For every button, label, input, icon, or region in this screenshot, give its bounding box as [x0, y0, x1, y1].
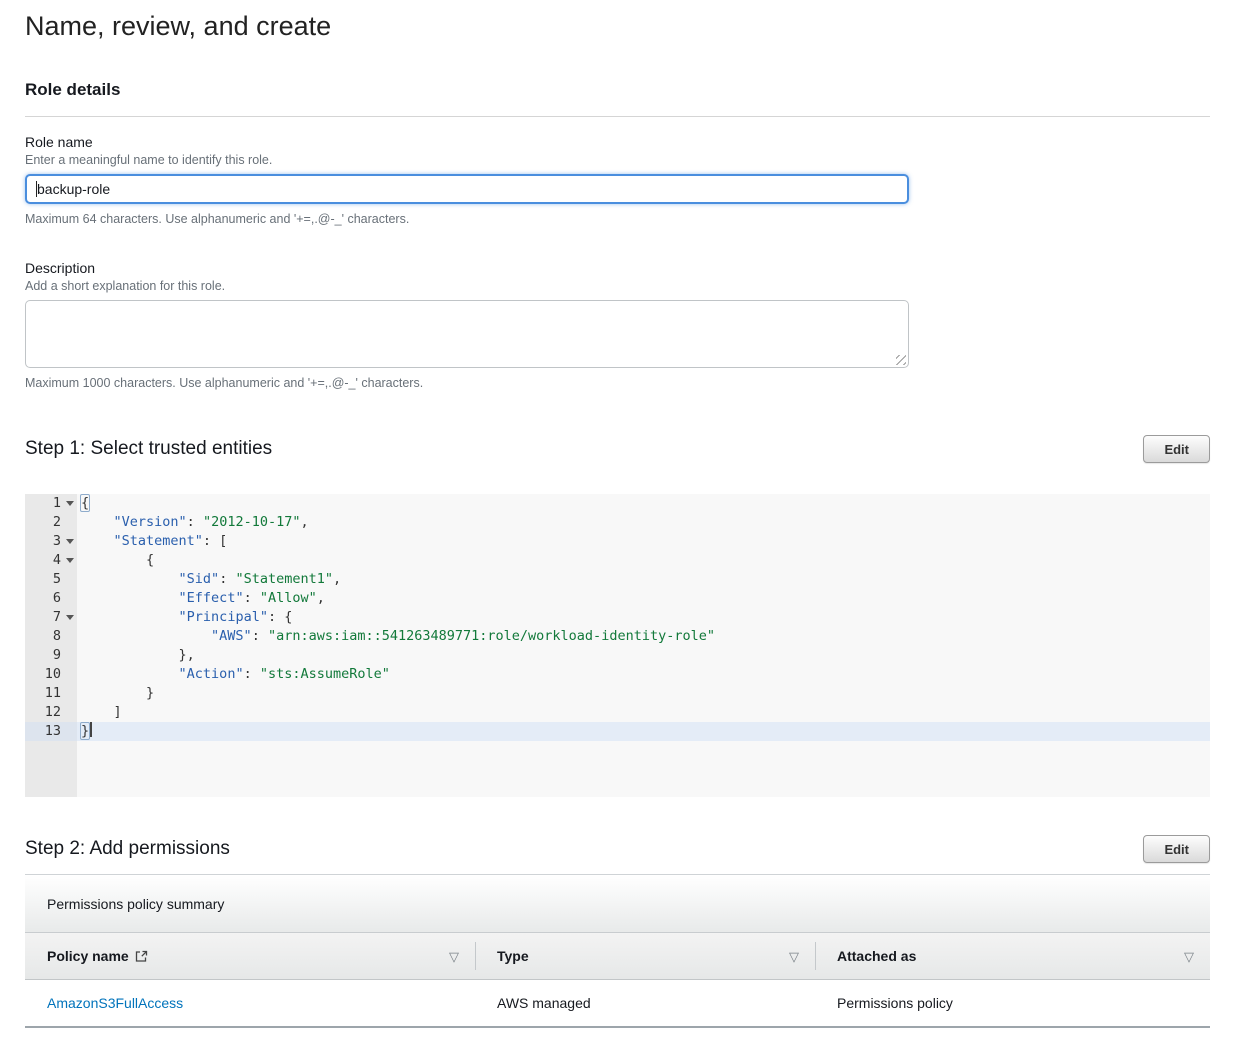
- role-details-heading: Role details: [25, 80, 1210, 100]
- line-number: 2: [25, 513, 77, 532]
- step2-edit-button[interactable]: Edit: [1143, 835, 1210, 863]
- line-number: 5: [25, 570, 77, 589]
- code-lines: 1{2 "Version": "2012-10-17",3 "Statement…: [25, 494, 1210, 741]
- column-header-label: Attached as: [837, 948, 916, 964]
- role-name-label: Role name: [25, 133, 1210, 151]
- code-text: }: [77, 684, 1210, 703]
- code-text: "Sid": "Statement1",: [77, 570, 1210, 589]
- external-link-icon: [135, 950, 148, 963]
- line-number: 10: [25, 665, 77, 684]
- divider: [25, 116, 1210, 117]
- page-title: Name, review, and create: [25, 8, 1210, 44]
- column-header-type: Type ▽: [475, 933, 815, 979]
- description-textarea[interactable]: [25, 300, 909, 368]
- line-number: 3: [25, 532, 77, 551]
- trust-policy-json-editor[interactable]: 1{2 "Version": "2012-10-17",3 "Statement…: [25, 494, 1210, 797]
- role-name-input[interactable]: [25, 174, 909, 204]
- column-header-attached-as: Attached as ▽: [815, 933, 1210, 979]
- code-text: }: [77, 722, 1210, 741]
- description-field: Description Add a short explanation for …: [25, 259, 1210, 391]
- filter-dropdown-icon[interactable]: ▽: [1184, 950, 1194, 963]
- permissions-panel-title: Permissions policy summary: [47, 896, 224, 912]
- description-textarea-wrap: [25, 300, 909, 368]
- name-review-create-page: Name, review, and create Role details Ro…: [0, 0, 1242, 1048]
- table-row: AmazonS3FullAccess AWS managedPermissions…: [25, 980, 1210, 1028]
- column-header-label: Policy name: [47, 948, 129, 964]
- description-label: Description: [25, 259, 1210, 277]
- code-line-5[interactable]: 5 "Sid": "Statement1",: [25, 570, 1210, 589]
- code-line-12[interactable]: 12 ]: [25, 703, 1210, 722]
- filter-dropdown-icon[interactable]: ▽: [449, 950, 459, 963]
- column-header-policy-name: Policy name ▽: [25, 933, 475, 979]
- code-line-3[interactable]: 3 "Statement": [: [25, 532, 1210, 551]
- line-number: 7: [25, 608, 77, 627]
- cell-type: AWS managed: [475, 980, 815, 1026]
- table-header-row: Policy name ▽ Type ▽ Attached as ▽: [25, 933, 1210, 980]
- cell-policy-name: AmazonS3FullAccess: [25, 980, 475, 1026]
- fold-arrow-icon[interactable]: [66, 539, 74, 544]
- editor-caret: [90, 722, 92, 737]
- line-number: 8: [25, 627, 77, 646]
- code-text: },: [77, 646, 1210, 665]
- line-number: 4: [25, 551, 77, 570]
- code-text: ]: [77, 703, 1210, 722]
- permissions-table: Policy name ▽ Type ▽ Attached as ▽ AmazonS3Fu…: [25, 933, 1210, 1028]
- step1-heading: Step 1: Select trusted entities: [25, 435, 272, 463]
- step1-header-row: Step 1: Select trusted entities Edit: [25, 435, 1210, 463]
- code-text: "Version": "2012-10-17",: [77, 513, 1210, 532]
- code-line-8[interactable]: 8 "AWS": "arn:aws:iam::541263489771:role…: [25, 627, 1210, 646]
- code-text: "Statement": [: [77, 532, 1210, 551]
- line-number: 9: [25, 646, 77, 665]
- table-body: AmazonS3FullAccess AWS managedPermissions…: [25, 980, 1210, 1028]
- code-line-1[interactable]: 1{: [25, 494, 1210, 513]
- permissions-summary-panel: Permissions policy summary: [25, 874, 1210, 933]
- code-line-4[interactable]: 4 {: [25, 551, 1210, 570]
- code-line-6[interactable]: 6 "Effect": "Allow",: [25, 589, 1210, 608]
- line-number: 6: [25, 589, 77, 608]
- code-line-2[interactable]: 2 "Version": "2012-10-17",: [25, 513, 1210, 532]
- code-text: "Action": "sts:AssumeRole": [77, 665, 1210, 684]
- step2-header-row: Step 2: Add permissions Edit: [25, 835, 1210, 863]
- code-line-10[interactable]: 10 "Action": "sts:AssumeRole": [25, 665, 1210, 684]
- code-line-7[interactable]: 7 "Principal": {: [25, 608, 1210, 627]
- fold-arrow-icon[interactable]: [66, 558, 74, 563]
- role-name-help: Enter a meaningful name to identify this…: [25, 152, 1210, 169]
- line-number: 11: [25, 684, 77, 703]
- fold-arrow-icon[interactable]: [66, 615, 74, 620]
- column-header-label: Type: [497, 948, 529, 964]
- role-name-field: Role name Enter a meaningful name to ide…: [25, 133, 1210, 227]
- filter-dropdown-icon[interactable]: ▽: [789, 950, 799, 963]
- step2-heading: Step 2: Add permissions: [25, 835, 230, 863]
- code-text: {: [77, 551, 1210, 570]
- role-name-hint: Maximum 64 characters. Use alphanumeric …: [25, 211, 1210, 227]
- text-caret: [36, 181, 37, 197]
- fold-arrow-icon[interactable]: [66, 501, 74, 506]
- line-number: 1: [25, 494, 77, 513]
- code-text: "Effect": "Allow",: [77, 589, 1210, 608]
- code-text: {: [77, 494, 1210, 513]
- role-name-input-wrap: [25, 174, 909, 204]
- cell-attached-as: Permissions policy: [815, 980, 1210, 1026]
- code-line-9[interactable]: 9 },: [25, 646, 1210, 665]
- line-number: 12: [25, 703, 77, 722]
- code-line-11[interactable]: 11 }: [25, 684, 1210, 703]
- step1-edit-button[interactable]: Edit: [1143, 435, 1210, 463]
- description-help: Add a short explanation for this role.: [25, 278, 1210, 295]
- code-line-13[interactable]: 13}: [25, 722, 1210, 741]
- policy-name-link[interactable]: AmazonS3FullAccess: [47, 995, 183, 1011]
- description-hint: Maximum 1000 characters. Use alphanumeri…: [25, 375, 1210, 391]
- code-text: "AWS": "arn:aws:iam::541263489771:role/w…: [77, 627, 1210, 646]
- line-number: 13: [25, 722, 77, 741]
- code-text: "Principal": {: [77, 608, 1210, 627]
